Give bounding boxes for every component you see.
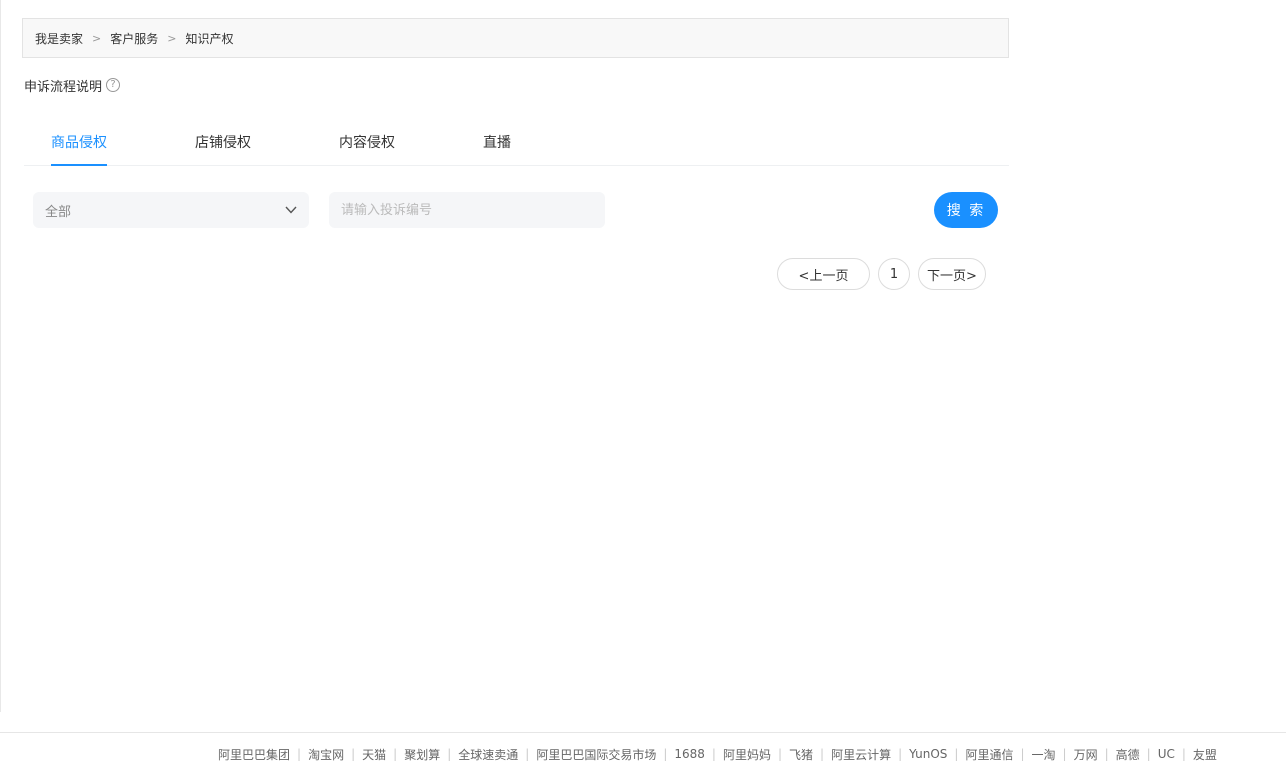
question-circle-icon[interactable]: ? — [106, 78, 121, 92]
footer-link[interactable]: 万网 — [1074, 746, 1098, 763]
page: 我是卖家 > 客户服务 > 知识产权 申诉流程说明 ? 商品侵权 店铺侵权 内容… — [0, 0, 1286, 769]
footer-link[interactable]: 阿里通信 — [965, 746, 1013, 763]
footer-separator: | — [1146, 747, 1151, 761]
footer-link[interactable]: 友盟 — [1193, 746, 1217, 763]
footer-separator: | — [663, 747, 668, 761]
breadcrumb-item-ip[interactable]: 知识产权 — [185, 30, 233, 47]
breadcrumb: 我是卖家 > 客户服务 > 知识产权 — [22, 18, 1009, 58]
breadcrumb-item-seller[interactable]: 我是卖家 — [35, 30, 83, 47]
breadcrumb-separator: > — [167, 31, 177, 45]
footer-separator: | — [898, 747, 903, 761]
footer-link[interactable]: YunOS — [909, 747, 947, 761]
footer-separator: | — [1104, 747, 1109, 761]
footer-separator: | — [954, 747, 959, 761]
footer-separator: | — [297, 747, 302, 761]
footer-separator: | — [525, 747, 530, 761]
footer-separator: | — [1181, 747, 1186, 761]
footer-separator: | — [777, 747, 783, 761]
page-number-button[interactable]: 1 — [878, 258, 910, 290]
footer-links: 阿里巴巴集团 | 淘宝网 | 天猫 | 聚划算 | 全球速卖通 | 阿里巴巴国际交易市场 | 1688 |… — [0, 744, 1286, 764]
footer-link[interactable]: 1688 — [674, 747, 705, 761]
footer-link[interactable]: 淘宝网 — [308, 746, 344, 763]
footer-separator: | — [820, 747, 825, 761]
footer-link[interactable]: UC — [1158, 747, 1175, 761]
footer-link[interactable]: 全球速卖通 — [458, 746, 518, 763]
footer-separator: | — [351, 747, 356, 761]
tab-store-infringement[interactable]: 店铺侵权 — [195, 122, 251, 166]
tab-live-stream[interactable]: 直播 — [483, 122, 511, 166]
appeal-process-link[interactable]: 申诉流程说明 ? — [24, 76, 121, 95]
prev-page-button[interactable]: <上一页 — [777, 258, 870, 290]
tab-content-infringement[interactable]: 内容侵权 — [339, 122, 395, 166]
footer-link[interactable]: 阿里云计算 — [831, 746, 891, 763]
appeal-process-label: 申诉流程说明 — [24, 79, 103, 95]
footer-separator: | — [393, 747, 398, 761]
next-page-button[interactable]: 下一页> — [918, 258, 986, 290]
footer-divider — [0, 732, 1286, 733]
footer-separator: | — [1062, 747, 1067, 761]
footer-link[interactable]: 飞猪 — [789, 746, 813, 763]
footer-separator: | — [447, 747, 452, 761]
search-button[interactable]: 搜 索 — [934, 192, 998, 228]
breadcrumb-item-customer-service[interactable]: 客户服务 — [110, 30, 158, 47]
tab-product-infringement[interactable]: 商品侵权 — [51, 122, 107, 166]
footer-link[interactable]: 阿里巴巴国际交易市场 — [536, 746, 656, 763]
category-select-value: 全部 — [45, 204, 72, 220]
left-border — [0, 0, 1, 712]
footer-link[interactable]: 高德 — [1116, 746, 1140, 763]
footer-separator: | — [711, 747, 716, 761]
breadcrumb-separator: > — [92, 31, 102, 45]
footer-link[interactable]: 一淘 — [1032, 746, 1056, 763]
category-select[interactable]: 全部 — [33, 192, 309, 228]
footer-link[interactable]: 阿里妈妈 — [723, 746, 771, 763]
tab-bar: 商品侵权 店铺侵权 内容侵权 直播 — [24, 122, 1009, 166]
chevron-down-icon — [285, 203, 297, 218]
footer-link[interactable]: 天猫 — [362, 746, 386, 763]
footer-link[interactable]: 聚划算 — [404, 746, 440, 763]
footer-link[interactable]: 阿里巴巴集团 — [218, 746, 290, 763]
complaint-number-input[interactable] — [329, 192, 605, 228]
footer-separator: | — [1020, 747, 1025, 761]
